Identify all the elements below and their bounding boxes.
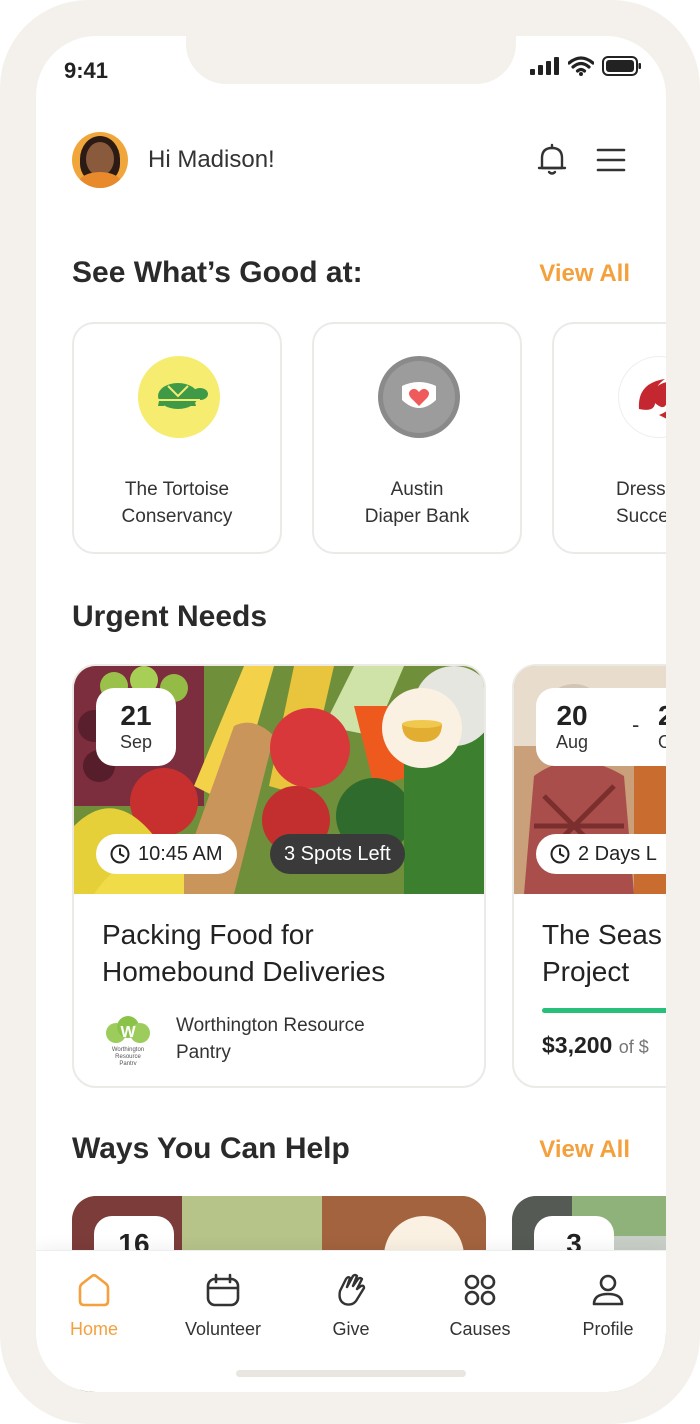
days-left-pill: 2 Days L <box>536 834 666 874</box>
tab-profile[interactable]: Profile <box>558 1271 658 1340</box>
status-time: 9:41 <box>64 58 109 83</box>
need-title: The Seas Project <box>542 919 662 987</box>
org-row: W Worthington Resource Pantry Worthingto… <box>102 1012 406 1067</box>
menu-icon[interactable] <box>596 142 626 178</box>
tab-give[interactable]: Give <box>301 1271 401 1340</box>
wifi-icon <box>568 56 594 76</box>
org-name: The Tortoise Conservancy <box>121 479 233 527</box>
avatar[interactable] <box>72 132 128 188</box>
grid-icon <box>464 1274 496 1306</box>
hand-icon <box>338 1273 366 1306</box>
org-name: Dress Success <box>616 479 666 527</box>
greeting-row: Hi Madison! <box>72 132 275 188</box>
amount-raised: $3,200 of $ <box>542 1032 649 1058</box>
fundraising-progress-bar <box>542 1008 666 1013</box>
person-icon <box>592 1274 624 1306</box>
calendar-icon <box>206 1273 240 1307</box>
svg-text:W: W <box>120 1024 136 1041</box>
date-badge: 21 Sep <box>96 688 176 766</box>
tab-volunteer[interactable]: Volunteer <box>173 1271 273 1340</box>
spots-left-badge: 3 Spots Left <box>270 834 405 874</box>
bell-icon[interactable] <box>534 142 570 178</box>
svg-text:Pantry: Pantry <box>119 1061 136 1065</box>
home-icon <box>78 1273 110 1307</box>
view-all-orgs-link[interactable]: View All <box>539 260 630 288</box>
need-title: Packing Food for Homebound Deliveries <box>102 919 386 987</box>
dress-for-success-logo <box>618 356 666 438</box>
date-range-badge: 20 Aug - 28 Oc <box>536 688 666 766</box>
status-icons <box>530 56 642 76</box>
org-name: Austin Diaper Bank <box>364 479 470 527</box>
battery-icon <box>602 56 641 76</box>
bowl-icon <box>382 688 462 768</box>
org-card-tortoise-conservancy[interactable]: The Tortoise Conservancy <box>72 322 282 554</box>
time-pill: 10:45 AM <box>96 834 237 874</box>
section-title-ways-to-help: Ways You Can Help <box>72 1132 350 1165</box>
clock-icon <box>110 844 130 864</box>
org-name: Worthington Resource Pantry <box>176 1015 365 1063</box>
home-indicator <box>236 1370 466 1377</box>
worthington-logo: W Worthington Resource Pantry <box>102 1013 154 1067</box>
header-actions <box>534 142 626 178</box>
device-notch <box>186 36 516 84</box>
phone-frame: 9:41 Hi Madison! See What’s Good at: Vie… <box>0 0 700 1424</box>
section-title-whats-good: See What’s Good at: <box>72 256 363 289</box>
greeting-text: Hi Madison! <box>148 146 275 173</box>
svg-text:Resource: Resource <box>115 1054 141 1060</box>
app-screen: 9:41 Hi Madison! See What’s Good at: Vie… <box>36 36 666 1392</box>
urgent-need-card-packing-food[interactable]: 21 Sep 10:45 AM 3 Spots Left Packing Foo… <box>72 664 486 1088</box>
org-card-dress-for-success[interactable]: Dress Success <box>552 322 666 554</box>
tab-causes[interactable]: Causes <box>430 1271 530 1340</box>
tortoise-icon <box>138 356 220 438</box>
signal-icon <box>530 57 559 75</box>
urgent-need-card-seasons-project[interactable]: 20 Aug - 28 Oc 2 Days L The Seas Project <box>512 664 666 1088</box>
clock-icon <box>550 844 570 864</box>
org-card-austin-diaper-bank[interactable]: Austin Diaper Bank <box>312 322 522 554</box>
view-all-ways-link[interactable]: View All <box>539 1136 630 1164</box>
heart-icon <box>378 356 460 438</box>
section-title-urgent-needs: Urgent Needs <box>72 600 268 633</box>
svg-text:Worthington: Worthington <box>112 1047 144 1053</box>
tab-home[interactable]: Home <box>44 1271 144 1340</box>
